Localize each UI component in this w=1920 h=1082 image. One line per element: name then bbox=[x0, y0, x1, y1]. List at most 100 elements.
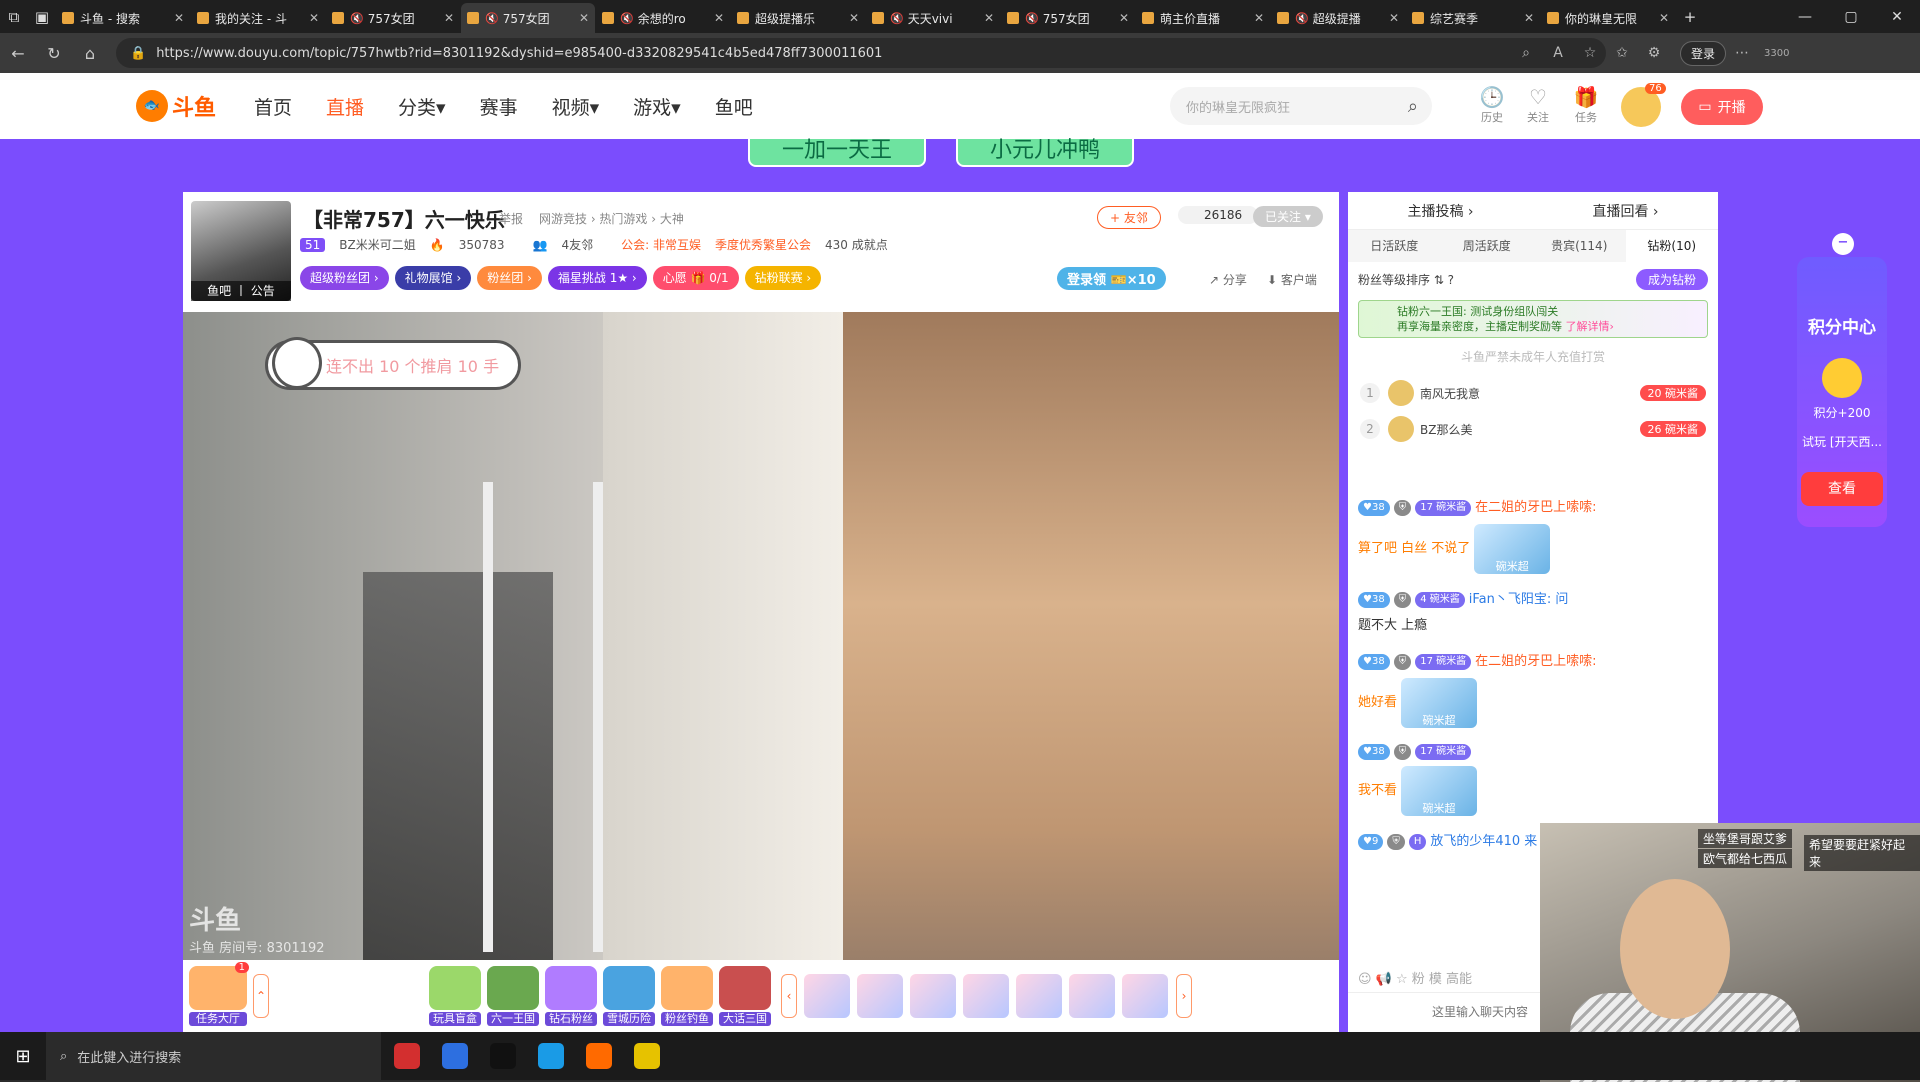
add-friend-button[interactable]: + 友邻 bbox=[1097, 206, 1161, 229]
browser-tab[interactable]: 🔇 超级提播 ✕ bbox=[1271, 3, 1405, 33]
workspaces-icon[interactable]: ⧉ bbox=[0, 0, 28, 33]
rank-user-name[interactable]: BZ那么美 bbox=[1420, 421, 1472, 438]
douyu-logo[interactable]: 🐟 斗鱼 bbox=[136, 86, 220, 126]
url-field[interactable]: 🔒 https://www.douyu.com/topic/757hwtb?ri… bbox=[116, 38, 1606, 68]
app-ring-icon[interactable] bbox=[625, 1036, 669, 1076]
chat-tab[interactable]: 钻粉(10) bbox=[1625, 230, 1718, 262]
nav-item[interactable]: 游戏▾ bbox=[633, 93, 681, 120]
open-live-button[interactable]: ▭ 开播 bbox=[1681, 89, 1763, 125]
browser-tab[interactable]: 综艺赛季 ✕ bbox=[1406, 3, 1540, 33]
face-gift-4[interactable] bbox=[963, 974, 1009, 1018]
message-user-name[interactable]: 在二姐的牙巴上嗦嗦: bbox=[1475, 498, 1596, 518]
tiktok-icon[interactable] bbox=[481, 1036, 525, 1076]
tab-close-icon[interactable]: ✕ bbox=[714, 11, 724, 25]
muted-speaker-icon[interactable]: 🔇 bbox=[890, 12, 904, 25]
fan-rank-row[interactable]: 1 南风无我意 20 碗米酱 bbox=[1348, 375, 1718, 411]
face-gift-3[interactable] bbox=[910, 974, 956, 1018]
mini-game-button[interactable]: 粉丝钓鱼 bbox=[661, 966, 713, 1026]
room-activity-pill[interactable]: 粉丝团 › bbox=[477, 266, 542, 290]
fan-sort-label[interactable]: 粉丝等级排序 ⇅ ? bbox=[1358, 271, 1454, 288]
nav-item[interactable]: 首页 bbox=[254, 93, 292, 120]
extensions-icon[interactable]: ⚙ bbox=[1638, 45, 1670, 61]
room-activity-pill[interactable]: 礼物展馆 › bbox=[394, 266, 472, 290]
room-activity-pill[interactable]: 钻粉联赛 › bbox=[744, 266, 822, 290]
nav-item[interactable]: 鱼吧 bbox=[715, 93, 753, 120]
task-lobby-button[interactable]: 任务大厅 1 bbox=[189, 962, 249, 1026]
browser-tab[interactable]: 🔇 757女团 ✕ bbox=[326, 3, 460, 33]
chat-tab[interactable]: 周活跃度 bbox=[1441, 230, 1534, 262]
avatar-caption[interactable]: 鱼吧 丨 公告 bbox=[191, 281, 291, 301]
banner-link[interactable]: 了解详情› bbox=[1566, 320, 1614, 333]
share-button[interactable]: ↗ 分享 bbox=[1209, 271, 1247, 288]
app-64-icon[interactable] bbox=[385, 1036, 429, 1076]
mini-game-button[interactable]: 六一王国 bbox=[487, 966, 539, 1026]
gifts-right-arrow[interactable]: › bbox=[1176, 974, 1192, 1018]
tab-close-icon[interactable]: ✕ bbox=[1524, 11, 1534, 25]
back-icon[interactable]: ← bbox=[0, 44, 36, 63]
tab-close-icon[interactable]: ✕ bbox=[579, 11, 589, 25]
tab-close-icon[interactable]: ✕ bbox=[444, 11, 454, 25]
browser-tab[interactable]: 我的关注 - 斗 ✕ bbox=[191, 3, 325, 33]
maximize-icon[interactable]: ▢ bbox=[1828, 0, 1874, 33]
profile-login-button[interactable]: 登录 bbox=[1680, 40, 1727, 66]
replay-link[interactable]: 直播回看 › bbox=[1533, 201, 1718, 221]
rank-user-name[interactable]: 南风无我意 bbox=[1420, 385, 1480, 402]
read-aloud-icon[interactable]: A bbox=[1542, 45, 1574, 61]
douyu-icon[interactable] bbox=[577, 1036, 621, 1076]
face-gift-6[interactable] bbox=[1069, 974, 1115, 1018]
points-center-panel[interactable]: 积分中心 积分+200 试玩 [开天西... 查看 bbox=[1797, 257, 1887, 527]
browser-tab[interactable]: 斗鱼 - 搜索 ✕ bbox=[56, 3, 190, 33]
mini-game-button[interactable]: 大话三国 bbox=[719, 966, 771, 1026]
diamond-fan-banner[interactable]: 钻粉六一王国: 测试身份组队闯关 再享海量亲密度，主播定制奖励等 了解详情› bbox=[1358, 300, 1708, 338]
become-diamond-fan-button[interactable]: 成为钻粉 bbox=[1635, 268, 1708, 290]
room-activity-pill[interactable]: 超级粉丝团 › bbox=[300, 266, 389, 290]
collapse-float-button[interactable]: − bbox=[1832, 233, 1854, 255]
message-user-name[interactable]: iFan丶飞阳宝: 问 bbox=[1469, 590, 1569, 610]
mini-game-button[interactable]: 钻石粉丝 bbox=[545, 966, 597, 1026]
room-activity-pill[interactable]: 福星挑战 1★ › bbox=[547, 266, 647, 290]
tab-close-icon[interactable]: ✕ bbox=[1254, 11, 1264, 25]
tab-close-icon[interactable]: ✕ bbox=[1659, 11, 1669, 25]
edge-icon[interactable] bbox=[529, 1036, 573, 1076]
mini-game-button[interactable]: 雪城历险 bbox=[603, 966, 655, 1026]
chat-toolbar[interactable]: ☺ 📢 ☆ 粉 模 高能 bbox=[1358, 968, 1472, 987]
muted-speaker-icon[interactable]: 🔇 bbox=[485, 12, 499, 25]
face-gift-7[interactable] bbox=[1122, 974, 1168, 1018]
browser-tab[interactable]: 超级提播乐 ✕ bbox=[731, 3, 865, 33]
app-blue-icon[interactable] bbox=[433, 1036, 477, 1076]
promo-left-button[interactable]: 一加一天王 bbox=[748, 137, 926, 167]
chat-tab[interactable]: 日活跃度 bbox=[1348, 230, 1441, 262]
history-button[interactable]: 🕒 历史 bbox=[1472, 85, 1512, 125]
tab-close-icon[interactable]: ✕ bbox=[174, 11, 184, 25]
fan-rank-row[interactable]: 2 BZ那么美 26 碗米酱 bbox=[1348, 411, 1718, 447]
report-link[interactable]: 举报 bbox=[499, 210, 523, 227]
video-player[interactable]: 连不出 10 个推肩 10 手 斗鱼 斗鱼 房间号: 8301192 bbox=[183, 312, 1339, 960]
tab-close-icon[interactable]: ✕ bbox=[309, 11, 319, 25]
browser-tab[interactable]: 🔇 757女团 ✕ bbox=[461, 3, 595, 33]
chat-tab[interactable]: 贵宾(114) bbox=[1533, 230, 1626, 262]
tab-close-icon[interactable]: ✕ bbox=[849, 11, 859, 25]
face-gift-2[interactable] bbox=[857, 974, 903, 1018]
face-gift-1[interactable] bbox=[804, 974, 850, 1018]
room-category-breadcrumb[interactable]: 网游竞技 › 热门游戏 › 大神 bbox=[539, 210, 684, 227]
anchor-name[interactable]: BZ米米可二姐 bbox=[339, 236, 415, 253]
games-left-arrow[interactable]: ‹ bbox=[781, 974, 797, 1018]
browser-tab[interactable]: 萌主价直播 ✕ bbox=[1136, 3, 1270, 33]
muted-speaker-icon[interactable]: 🔇 bbox=[620, 12, 634, 25]
mini-game-button[interactable]: 玩具盲盒 bbox=[429, 966, 481, 1026]
lobby-expand-button[interactable]: ⌃ bbox=[253, 974, 269, 1018]
browser-tab[interactable]: 🔇 余想的ro ✕ bbox=[596, 3, 730, 33]
followed-button[interactable]: 已关注 ▾ bbox=[1253, 206, 1323, 227]
nav-item[interactable]: 赛事 bbox=[480, 93, 518, 120]
browser-tab[interactable]: 你的琳皇无限 ✕ bbox=[1541, 3, 1675, 33]
task-button[interactable]: 🎁 任务 bbox=[1566, 85, 1606, 125]
nav-item[interactable]: 直播 bbox=[326, 93, 364, 120]
message-user-name[interactable]: 放飞的少年410 来 bbox=[1430, 832, 1537, 852]
windows-start-icon[interactable]: ⊞ bbox=[0, 1046, 46, 1067]
face-gift-5[interactable] bbox=[1016, 974, 1062, 1018]
reload-icon[interactable]: ↻ bbox=[36, 44, 72, 63]
guild-name[interactable]: 公会: 非常互娱 bbox=[621, 236, 701, 253]
minimize-icon[interactable]: — bbox=[1782, 0, 1828, 33]
tab-close-icon[interactable]: ✕ bbox=[984, 11, 994, 25]
login-reward-button[interactable]: 登录领 🎫×10 bbox=[1057, 267, 1166, 290]
